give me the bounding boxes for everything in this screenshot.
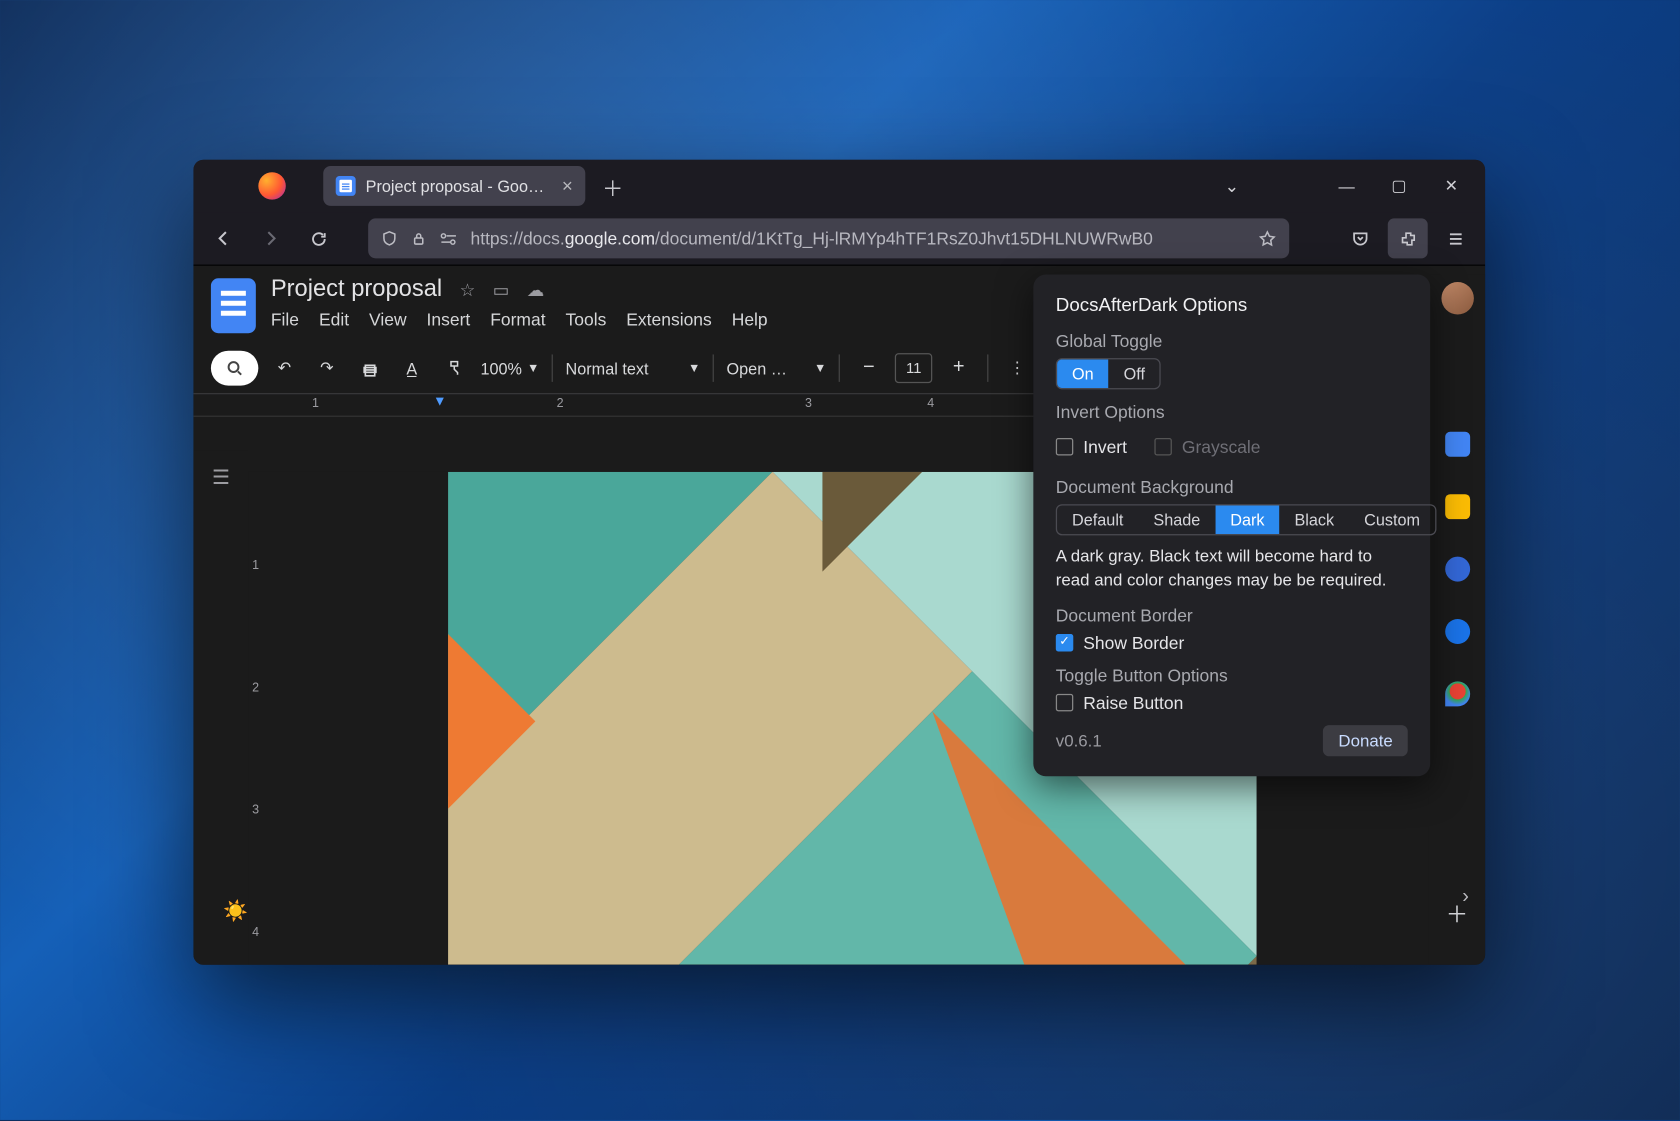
menu-help[interactable]: Help	[732, 310, 768, 330]
font-size-input[interactable]: 11	[895, 353, 932, 383]
bg-shade[interactable]: Shade	[1138, 505, 1215, 534]
show-border-checkbox[interactable]: ✓	[1056, 634, 1073, 651]
menu-tools[interactable]: Tools	[566, 310, 607, 330]
more-toolbar-button[interactable]: ⋮	[1001, 352, 1033, 384]
menu-extensions[interactable]: Extensions	[626, 310, 711, 330]
zoom-dropdown[interactable]: 100%▼	[480, 359, 539, 378]
calendar-icon[interactable]	[1445, 432, 1470, 457]
bg-dark[interactable]: Dark	[1215, 505, 1279, 534]
side-panel: ＋	[1429, 275, 1485, 965]
raise-button-label: Raise Button	[1083, 692, 1183, 712]
show-border-label: Show Border	[1083, 632, 1184, 652]
lock-icon	[411, 230, 427, 246]
show-border-row[interactable]: ✓ Show Border	[1056, 632, 1408, 652]
bg-custom[interactable]: Custom	[1349, 505, 1435, 534]
document-title[interactable]: Project proposal	[271, 276, 442, 303]
bg-black[interactable]: Black	[1280, 505, 1350, 534]
extension-popup: DocsAfterDark Options Global Toggle On O…	[1033, 275, 1430, 776]
paint-format-button[interactable]	[438, 352, 470, 384]
section-invert: Invert Options	[1056, 402, 1408, 422]
keep-icon[interactable]	[1445, 494, 1470, 519]
search-menus-button[interactable]	[211, 351, 258, 386]
move-document-icon[interactable]: ▭	[493, 279, 510, 300]
cloud-status-icon[interactable]: ☁	[527, 279, 544, 300]
close-window-button[interactable]: ✕	[1425, 168, 1477, 203]
donate-button[interactable]: Donate	[1323, 725, 1407, 756]
permissions-icon	[439, 230, 458, 246]
forward-button	[251, 218, 291, 258]
menu-view[interactable]: View	[369, 310, 407, 330]
raise-button-checkbox[interactable]	[1056, 694, 1073, 711]
browser-window: Project proposal - Google Docs × ＋ ⌄ — ▢…	[193, 160, 1485, 965]
toggle-off[interactable]: Off	[1109, 359, 1160, 388]
indent-marker-icon[interactable]: ▼	[433, 394, 447, 409]
bookmark-star-icon[interactable]	[1258, 229, 1277, 248]
global-toggle: On Off	[1056, 358, 1161, 389]
maps-icon[interactable]	[1445, 681, 1470, 706]
firefox-icon	[258, 172, 285, 199]
new-tab-button[interactable]: ＋	[595, 168, 630, 203]
redo-button[interactable]: ↷	[311, 352, 343, 384]
explore-icon[interactable]: ☀️	[223, 899, 248, 924]
docs-favicon	[336, 176, 356, 196]
spellcheck-button[interactable]: A̲	[396, 352, 428, 384]
menu-bar: File Edit View Insert Format Tools Exten…	[271, 310, 768, 330]
grayscale-checkbox	[1154, 438, 1171, 455]
bg-selector: Default Shade Dark Black Custom	[1056, 504, 1436, 535]
maximize-button[interactable]: ▢	[1373, 168, 1425, 203]
raise-button-row[interactable]: Raise Button	[1056, 692, 1408, 712]
url-bar: https://docs.google.com/document/d/1KtTg…	[193, 212, 1485, 266]
invert-checkbox-row[interactable]: Invert	[1056, 437, 1127, 457]
invert-label: Invert	[1083, 437, 1127, 457]
increase-font-button[interactable]: +	[942, 352, 974, 384]
section-button: Toggle Button Options	[1056, 665, 1408, 685]
app-menu-button[interactable]	[1435, 218, 1475, 258]
tab-title: Project proposal - Google Docs	[366, 177, 552, 196]
reload-button[interactable]	[298, 218, 338, 258]
left-sidebar: ☰	[193, 451, 248, 965]
print-button[interactable]	[353, 352, 385, 384]
decrease-font-button[interactable]: −	[853, 352, 885, 384]
address-bar[interactable]: https://docs.google.com/document/d/1KtTg…	[368, 218, 1289, 258]
star-document-icon[interactable]: ☆	[460, 279, 476, 300]
tasks-icon[interactable]	[1445, 557, 1470, 582]
undo-button[interactable]: ↶	[268, 352, 300, 384]
bg-description: A dark gray. Black text will become hard…	[1056, 545, 1408, 592]
contacts-icon[interactable]	[1445, 619, 1470, 644]
account-avatar[interactable]	[1441, 282, 1473, 314]
shield-icon	[381, 230, 398, 247]
close-tab-icon[interactable]: ×	[562, 175, 573, 196]
url-text: https://docs.google.com/document/d/1KtTg…	[470, 228, 1245, 248]
menu-file[interactable]: File	[271, 310, 299, 330]
style-dropdown[interactable]: Normal text▼	[566, 359, 701, 378]
active-tab[interactable]: Project proposal - Google Docs ×	[323, 166, 585, 206]
hide-side-panel-button[interactable]: ›	[1462, 886, 1469, 908]
grayscale-checkbox-row: Grayscale	[1154, 437, 1260, 457]
vertical-ruler[interactable]: 1 2 3 4	[248, 472, 270, 965]
docs-logo-icon[interactable]	[211, 278, 256, 333]
extension-title: DocsAfterDark Options	[1056, 295, 1408, 316]
section-border: Document Border	[1056, 605, 1408, 625]
menu-edit[interactable]: Edit	[319, 310, 349, 330]
menu-insert[interactable]: Insert	[427, 310, 471, 330]
bg-default[interactable]: Default	[1057, 505, 1138, 534]
toggle-on[interactable]: On	[1057, 359, 1109, 388]
extension-version: v0.6.1	[1056, 731, 1102, 750]
invert-checkbox[interactable]	[1056, 438, 1073, 455]
font-dropdown[interactable]: Open …▼	[727, 359, 827, 378]
extensions-button[interactable]	[1388, 218, 1428, 258]
grayscale-label: Grayscale	[1182, 437, 1261, 457]
outline-icon[interactable]: ☰	[212, 466, 230, 491]
minimize-button[interactable]: —	[1320, 168, 1372, 203]
tabstrip: Project proposal - Google Docs × ＋ ⌄ — ▢…	[193, 160, 1485, 212]
tabs-dropdown-icon[interactable]: ⌄	[1206, 168, 1258, 203]
section-bg: Document Background	[1056, 477, 1408, 497]
back-button[interactable]	[203, 218, 243, 258]
menu-format[interactable]: Format	[490, 310, 545, 330]
section-global-toggle: Global Toggle	[1056, 331, 1408, 351]
pocket-icon[interactable]	[1340, 218, 1380, 258]
